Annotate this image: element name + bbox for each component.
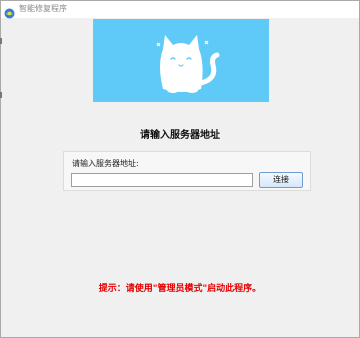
connect-button[interactable]: 连接 <box>259 172 303 188</box>
server-address-panel: 请输入服务器地址: 连接 <box>63 151 311 191</box>
admin-mode-hint: 提示：请使用"管理员模式"启动此程序。 <box>98 284 262 294</box>
app-window: 智能修复程序 请输入服务器地址 请输入服务器地址: 连接 提示：请使用"管理员模… <box>0 0 360 338</box>
server-address-label: 请输入服务器地址: <box>72 159 139 168</box>
window-title: 智能修复程序 <box>19 4 67 13</box>
white-cat-icon <box>156 35 220 93</box>
banner-illustration <box>93 19 269 102</box>
server-address-input[interactable] <box>71 173 253 187</box>
window-edge-mark <box>0 38 2 44</box>
window-edge-mark <box>0 92 2 98</box>
prompt-title: 请输入服务器地址 <box>140 130 220 141</box>
title-bar[interactable]: 智能修复程序 <box>1 1 359 19</box>
app-icon <box>4 4 15 19</box>
